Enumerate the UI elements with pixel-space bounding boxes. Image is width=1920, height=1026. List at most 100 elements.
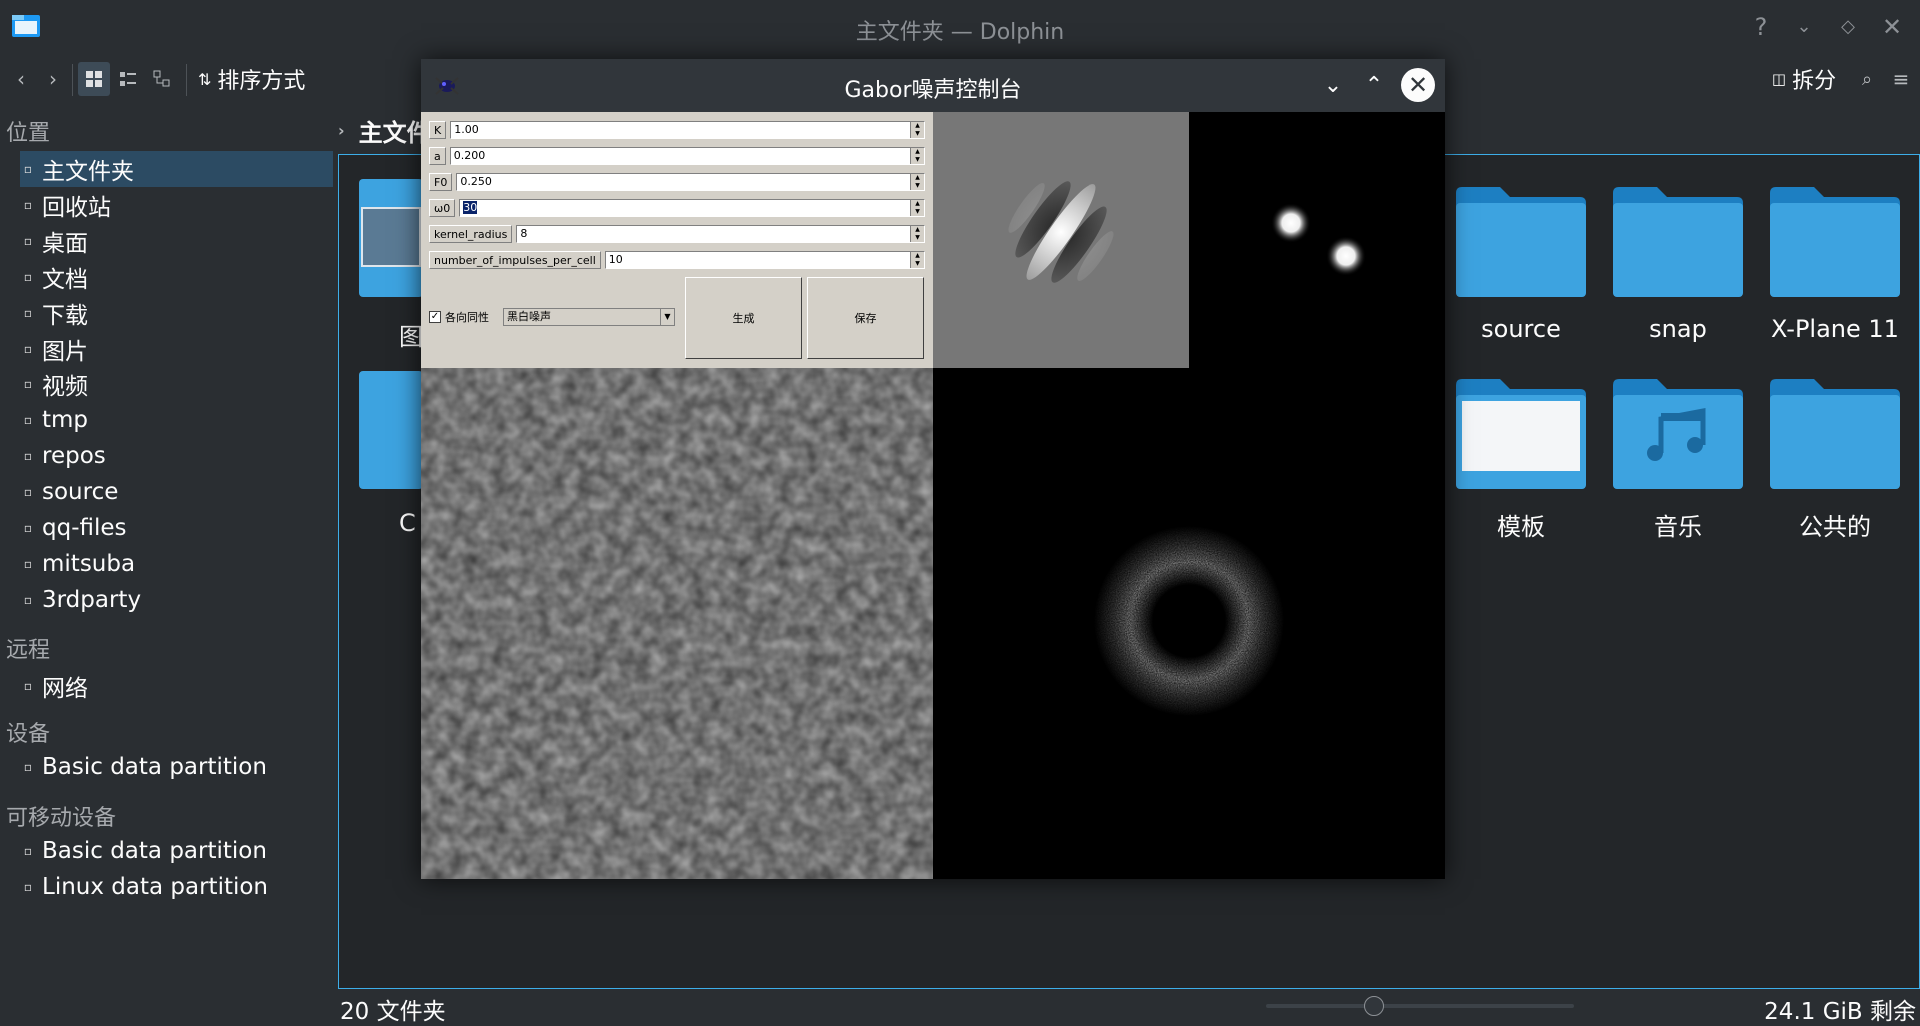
sidebar-item[interactable]: ▫ 主文件夹 [20,151,333,187]
spinner-arrows-icon[interactable]: ▲ ▼ [910,252,924,268]
gabor-maximize-button[interactable]: ⌃ [1357,69,1391,103]
param-value-field[interactable]: 0.200 ▲ ▼ [449,147,925,165]
gabor-close-button[interactable]: ✕ [1401,68,1435,102]
spinner-arrows-icon[interactable]: ▲ ▼ [910,122,924,138]
param-value: 30 [463,201,478,214]
places-panel: 位置 ▫ 主文件夹 ▫ 回收站 ▫ 桌面 ▫ 文档 ▫ 下载 ▫ 图片 ▫ 视频 ▫ tmp ▫ repos ▫ sou… [0,106,336,1021]
param-name-button[interactable]: kernel_radius [429,225,513,243]
sidebar-item[interactable]: ▫ Basic data partition [20,749,333,785]
sidebar-item-label: 网络 [42,676,88,702]
pictures-icon: ▫ [23,341,33,356]
dropdown-arrow-icon[interactable]: ▼ [660,309,674,325]
home-icon: ▫ [23,162,33,176]
sidebar-item-label: 文档 [42,266,88,293]
sidebar-item[interactable]: ▫ mitsuba [20,546,333,582]
param-name-button[interactable]: F0 [429,173,453,191]
param-value: 8 [520,227,528,240]
isotropic-checkbox[interactable]: ✓ [429,311,441,323]
isotropic-label: 各向同性 [445,311,489,324]
spinner-arrows-icon[interactable]: ▲ ▼ [910,174,924,190]
status-bar: 20 文件夹 24.1 GiB 剩余 [338,992,1920,1025]
tree-view-icon [153,70,170,87]
folder-item[interactable]: snap [1613,179,1743,343]
sidebar-item[interactable]: ▫ 3rdparty [20,582,333,618]
param-row: a 0.200 ▲ ▼ [429,146,925,166]
spinner-arrows-icon[interactable]: ▲ ▼ [910,226,924,242]
sidebar-item[interactable]: ▫ qq-files [20,510,333,546]
menu-icon[interactable]: ≡ [1886,62,1916,96]
trash-icon: ▫ [23,197,33,212]
folder-icon: ▫ [23,485,33,500]
sidebar-item[interactable]: ▫ source [20,474,333,510]
folder-icon: ▫ [23,521,33,535]
folder-label: 音乐 [1654,513,1702,541]
gabor-title: Gabor噪声控制台 [844,78,1022,103]
sidebar-item[interactable]: ▫ repos [20,438,333,474]
param-name-button[interactable]: K [429,121,447,139]
param-value: 0.250 [460,175,492,188]
details-view-button[interactable] [146,62,178,96]
param-value-field[interactable]: 1.00 ▲ ▼ [450,121,925,139]
sidebar-item[interactable]: ▫ 视频 [20,366,333,402]
folder-item[interactable]: 音乐 [1613,371,1743,541]
gabor-minimize-button[interactable]: ⌄ [1316,69,1350,103]
minimize-button[interactable]: ⌄ [1787,10,1821,44]
sidebar-item[interactable]: ▫ Linux data partition [20,869,333,905]
param-value-field[interactable]: 30 ▲ ▼ [459,199,925,217]
sidebar-item-label: 桌面 [42,230,88,257]
spinner-arrows-icon[interactable]: ▲ ▼ [910,148,924,164]
save-button[interactable]: 保存 [807,277,924,359]
maximize-button[interactable]: ◇ [1831,10,1865,44]
sidebar-item[interactable]: ▫ 回收站 [20,187,333,223]
folder-item[interactable]: 公共的 [1770,371,1900,541]
folder-icon [1456,371,1586,489]
compact-view-button[interactable] [112,62,144,96]
folder-icon[interactable] [359,179,423,297]
param-value-field[interactable]: 8 ▲ ▼ [516,225,925,243]
spinner-arrows-icon[interactable]: ▲ ▼ [910,200,924,216]
param-value-field[interactable]: 0.250 ▲ ▼ [456,173,925,191]
search-icon[interactable]: ⌕ [1852,62,1882,96]
sidebar-item[interactable]: ▫ 下载 [20,295,333,331]
sidebar-item[interactable]: ▫ 桌面 [20,223,333,259]
sidebar-item[interactable]: ▫ 网络 [20,668,333,704]
generate-button[interactable]: 生成 [685,277,802,359]
sidebar-item-label: mitsuba [42,550,136,577]
isotropic-checkbox-row[interactable]: ✓ 各向同性 [429,309,489,325]
folder-icon[interactable] [359,371,423,489]
sidebar-item[interactable]: ▫ tmp [20,402,333,438]
sort-label: 排序方式 [217,69,306,94]
param-row: K 1.00 ▲ ▼ [429,120,925,140]
back-button[interactable]: ‹ [8,62,34,96]
compact-list-icon [120,72,136,86]
close-button[interactable]: ✕ [1875,10,1909,44]
power-spectrum-image [933,368,1445,879]
grid-icon [86,71,102,87]
folder-item[interactable]: source [1456,179,1586,343]
sidebar-item-label: repos [42,443,106,470]
sidebar-item-label: 回收站 [42,194,111,221]
sidebar-item[interactable]: ▫ 图片 [20,331,333,367]
sort-by-button[interactable]: ⇅ 排序方式 [198,62,322,96]
folder-item[interactable]: 模板 [1456,371,1586,541]
param-value: 1.00 [454,123,479,136]
split-button[interactable]: ◫ 拆分 [1764,62,1844,96]
param-name-button[interactable]: number_of_impulses_per_cell [429,251,601,269]
param-name-button[interactable]: a [429,147,446,165]
folder-icon [1770,371,1900,489]
param-name-button[interactable]: ω0 [429,199,456,217]
removable-drive-icon: ▫ [23,844,33,858]
folder-label: snap [1649,315,1707,343]
param-value-field[interactable]: 10 ▲ ▼ [604,251,925,269]
icons-view-button[interactable] [78,62,110,96]
folder-icon: ▫ [23,592,33,607]
folder-item[interactable]: X-Plane 11 [1770,179,1900,343]
zoom-slider-handle[interactable] [1364,996,1384,1016]
sidebar-item[interactable]: ▫ 文档 [20,259,333,295]
sidebar-item[interactable]: ▫ Basic data partition [20,833,333,869]
drive-icon: ▫ [23,880,33,894]
forward-button[interactable]: › [40,62,66,96]
title-bar: 主文件夹 — Dolphin ? ⌄ ◇ ✕ [0,0,1920,54]
noise-type-select[interactable]: 黑白噪声 ▼ [503,308,675,326]
help-icon[interactable]: ? [1744,10,1778,44]
